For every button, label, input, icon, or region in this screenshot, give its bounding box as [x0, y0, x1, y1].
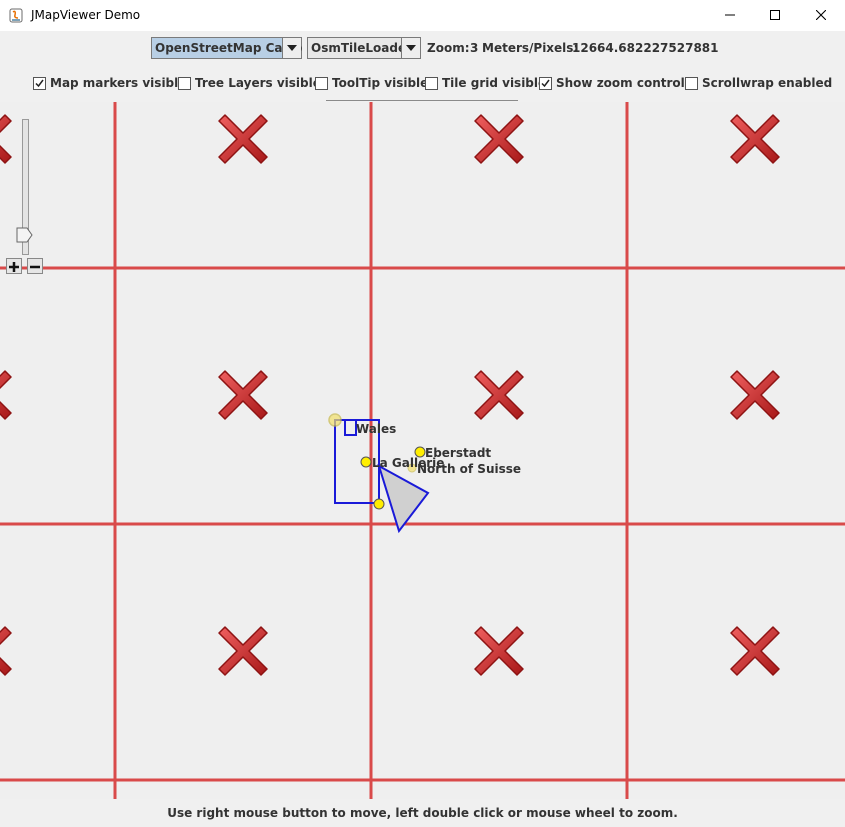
chevron-down-icon	[406, 45, 416, 51]
status-hint: Use right mouse button to move, left dou…	[167, 806, 678, 820]
window-title: JMapViewer Demo	[31, 8, 141, 22]
zoom-label: Zoom:	[427, 41, 470, 55]
broken-tile-x-icon	[474, 370, 524, 420]
zoom-value: 3	[470, 41, 479, 55]
broken-tile-x-icon	[730, 626, 780, 676]
title-bar: JMapViewer Demo	[0, 0, 845, 31]
marker-label-eberstadt: Eberstadt	[425, 446, 491, 460]
map-rectangle-small	[344, 419, 357, 436]
checkbox-label: Tile grid visible	[442, 76, 547, 90]
broken-tile-x-icon	[0, 114, 12, 164]
broken-tile-x-icon	[218, 626, 268, 676]
broken-tile-x-icon	[0, 626, 12, 676]
marker-label-north-of-suisse: North of Suisse	[417, 462, 521, 476]
map-marker[interactable]	[373, 498, 385, 510]
minimize-button[interactable]	[707, 0, 753, 31]
checkmark-icon	[541, 79, 550, 88]
map-marker[interactable]	[328, 413, 342, 427]
broken-tile-x-icon	[730, 370, 780, 420]
checkbox-label: Map markers visible	[50, 76, 187, 90]
tile-loader-select[interactable]: OsmTileLoader	[307, 37, 421, 59]
zoom-out-button[interactable]	[27, 258, 43, 274]
zoom-slider-thumb[interactable]	[16, 226, 34, 244]
map-marker[interactable]	[360, 456, 372, 468]
broken-tile-x-icon	[474, 114, 524, 164]
toolbar-divider	[326, 100, 518, 101]
map-viewer[interactable]: Wales La Gallerie Eberstadt North of Sui…	[0, 102, 845, 799]
checkbox-label: Tree Layers visible	[195, 76, 321, 90]
checkbox-label: ToolTip visible	[332, 76, 429, 90]
tile-source-dropdown-button[interactable]	[282, 38, 301, 58]
broken-tile-x-icon	[474, 626, 524, 676]
plus-icon	[9, 262, 19, 272]
maximize-icon	[770, 10, 780, 20]
meters-per-pixel-value: 12664.682227527881	[572, 41, 719, 55]
checkbox-label: Scrollwrap enabled	[702, 76, 833, 90]
checkbox-label: Show zoom controls	[556, 76, 692, 90]
map-canvas: Wales La Gallerie Eberstadt North of Sui…	[0, 102, 845, 799]
broken-tile-x-icon	[218, 114, 268, 164]
broken-tile-x-icon	[0, 370, 12, 420]
java-app-icon	[9, 7, 23, 23]
marker-label-wales: Wales	[356, 422, 396, 436]
tile-loader-value: OsmTileLoader	[311, 41, 413, 55]
minimize-icon	[725, 14, 735, 16]
close-icon	[816, 10, 826, 20]
zoom-in-button[interactable]	[6, 258, 22, 274]
broken-tile-x-icon	[730, 114, 780, 164]
broken-tile-x-icon	[218, 370, 268, 420]
minus-icon	[30, 265, 40, 269]
meters-per-pixel-label: Meters/Pixels:	[482, 41, 579, 55]
maximize-button[interactable]	[752, 0, 798, 31]
tile-loader-dropdown-button[interactable]	[401, 38, 420, 58]
tile-source-select[interactable]: OpenStreetMap Carto	[151, 37, 302, 59]
checkmark-icon	[35, 79, 44, 88]
chevron-down-icon	[287, 45, 297, 51]
close-button[interactable]	[798, 0, 844, 31]
